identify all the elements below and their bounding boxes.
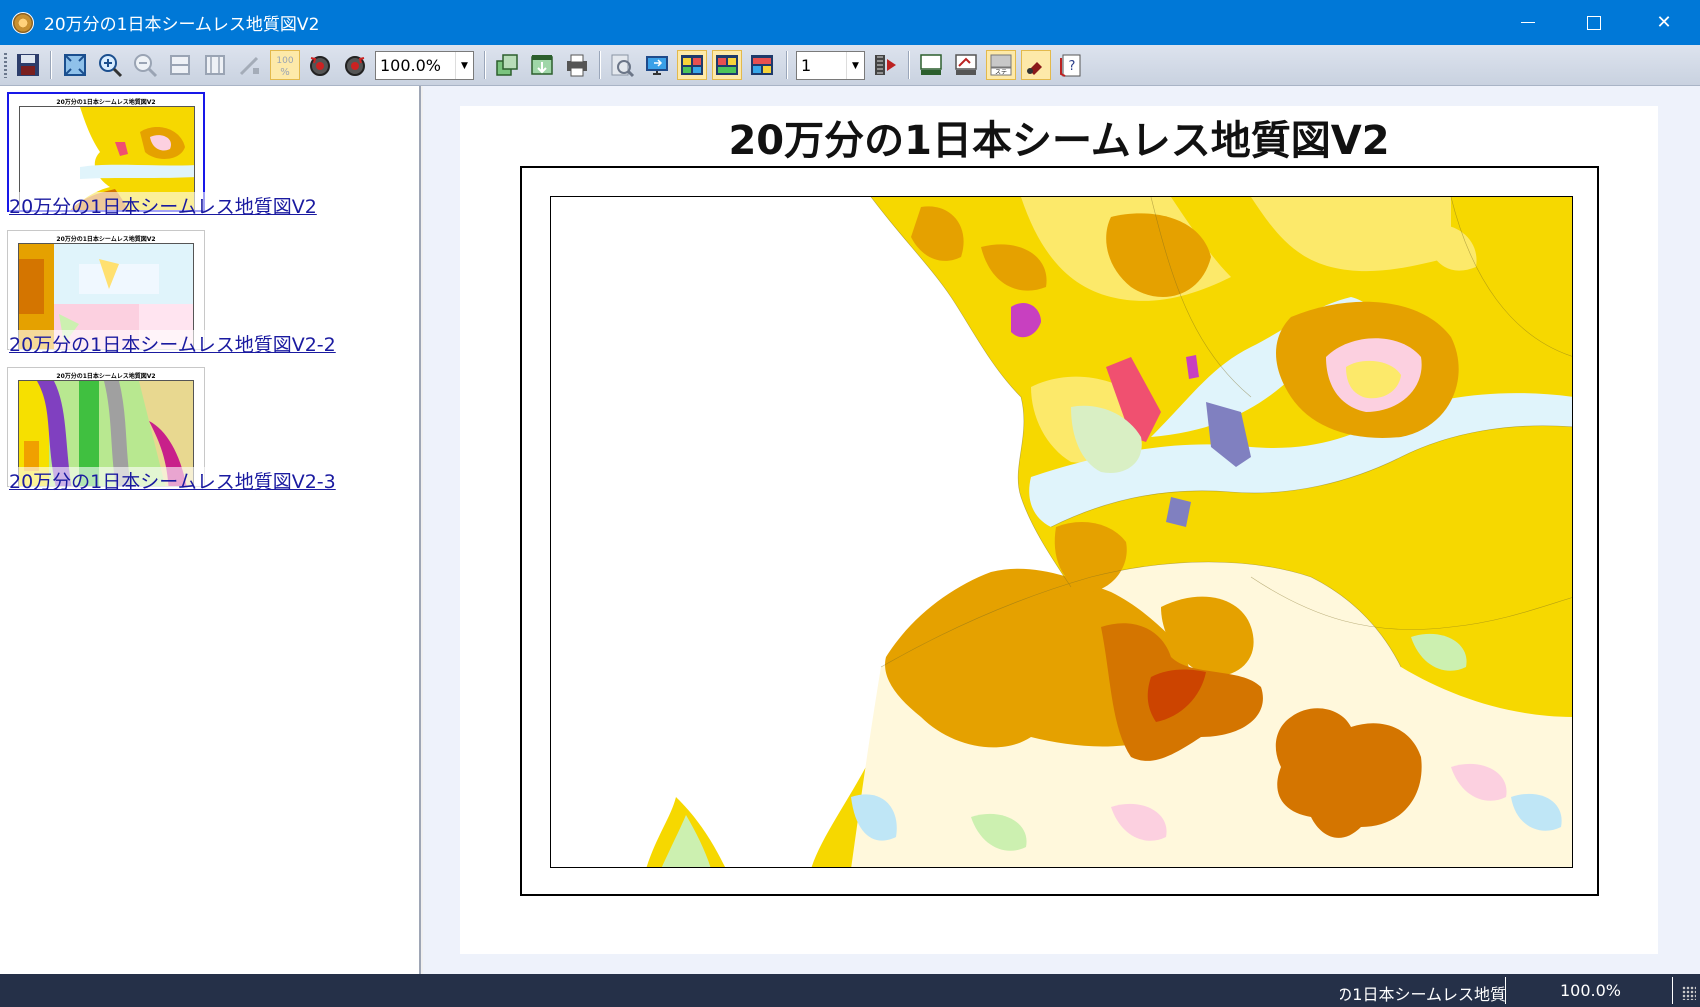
save-icon	[17, 54, 39, 76]
find-button[interactable]	[607, 50, 637, 80]
present-icon	[646, 56, 668, 75]
toolbar-separator	[786, 51, 788, 79]
layout-3-button[interactable]	[747, 50, 777, 80]
maximize-button[interactable]	[1559, 0, 1629, 45]
status-divider	[1505, 977, 1506, 1004]
page: 20万分の1日本シームレス地質図V2	[460, 106, 1658, 954]
layout-2-icon	[716, 55, 738, 75]
rotate-right-icon	[345, 56, 365, 76]
map-title: 20万分の1日本シームレス地質図V2	[728, 118, 1390, 164]
svg-text:%: %	[280, 67, 290, 78]
present-button[interactable]	[642, 50, 672, 80]
status-bar: 20万分の1日本シームレス地質 100.0%	[0, 974, 1700, 1007]
toolbar-separator	[908, 51, 910, 79]
thumbnail-label-1[interactable]: 20万分の1日本シームレス地質図V2	[9, 192, 317, 219]
zoom-in-icon	[99, 54, 123, 78]
play-icon	[875, 55, 896, 75]
copy-button[interactable]	[492, 50, 522, 80]
title-bar: 20万分の1日本シームレス地質図V2 ✕	[0, 0, 1700, 45]
print-button[interactable]	[562, 50, 592, 80]
thumbnail-label-3[interactable]: 20万分の1日本シームレス地質図V2-3	[9, 467, 336, 494]
app-icon[interactable]	[12, 11, 34, 34]
svg-text:ステ: ステ	[995, 69, 1007, 76]
close-icon: ✕	[1656, 12, 1672, 33]
page-width-button[interactable]	[165, 50, 195, 80]
zoom-100-button[interactable]: 100%	[270, 50, 300, 80]
map-frame	[520, 166, 1599, 896]
play-button[interactable]	[870, 50, 900, 80]
svg-text:?: ?	[1069, 59, 1076, 74]
zoom-100-icon: 100%	[276, 56, 293, 78]
layout-2-button[interactable]	[712, 50, 742, 80]
window-title: 20万分の1日本シームレス地質図V2	[44, 15, 320, 35]
page-select[interactable]: 1 ▼	[796, 51, 865, 80]
thumbnail-title: 20万分の1日本シームレス地質図V2	[56, 236, 156, 243]
view-a-icon	[920, 54, 942, 75]
zoom-out-button[interactable]	[130, 50, 160, 80]
status-zoom: 100.0%	[1560, 981, 1622, 1000]
print-icon	[567, 54, 587, 77]
whole-page-button[interactable]	[200, 50, 230, 80]
chevron-down-icon: ▼	[846, 52, 864, 79]
layout-3-icon	[751, 55, 773, 75]
geological-map-graphic	[646, 197, 1572, 867]
tool-button[interactable]	[235, 50, 265, 80]
help-icon: ?	[1060, 54, 1081, 77]
toolbar-separator	[484, 51, 486, 79]
close-button[interactable]: ✕	[1629, 0, 1699, 45]
thumbnail-panel: 20万分の1日本シームレス地質図V2 20万分の1日本シームレス地質図V2 20…	[0, 86, 421, 974]
app-window: 20万分の1日本シームレス地質図V2 ✕ 100% 100.0% ▼ 1 ▼ ス…	[0, 0, 1700, 1007]
toolbar: 100% 100.0% ▼ 1 ▼ ステ ?	[0, 45, 1700, 86]
page-select-value: 1	[801, 56, 812, 75]
rotate-left-icon	[310, 56, 330, 76]
zoom-out-icon	[134, 54, 158, 78]
marker-button[interactable]	[1021, 50, 1051, 80]
status-button[interactable]: ステ	[986, 50, 1016, 80]
fit-page-icon	[64, 54, 86, 76]
document-view[interactable]: 20万分の1日本シームレス地質図V2	[423, 86, 1700, 974]
view-a-button[interactable]	[916, 50, 946, 80]
zoom-in-button[interactable]	[95, 50, 125, 80]
whole-page-icon	[205, 55, 225, 75]
view-b-icon	[955, 54, 977, 75]
thumbnail-title: 20万分の1日本シームレス地質図V2	[56, 373, 156, 380]
chevron-down-icon: ▼	[455, 52, 473, 79]
rotate-left-button[interactable]	[305, 50, 335, 80]
toolbar-separator	[599, 51, 601, 79]
zoom-select[interactable]: 100.0% ▼	[375, 51, 474, 80]
export-icon	[531, 55, 553, 75]
find-icon	[611, 54, 635, 78]
thumbnail-label-2[interactable]: 20万分の1日本シームレス地質図V2-2	[9, 330, 336, 357]
export-button[interactable]	[527, 50, 557, 80]
toolbar-separator	[50, 51, 52, 79]
status-icon: ステ	[990, 54, 1012, 76]
svg-text:100: 100	[276, 56, 293, 66]
thumbnail-title: 20万分の1日本シームレス地質図V2	[56, 99, 156, 106]
fit-page-button[interactable]	[60, 50, 90, 80]
minimize-button[interactable]	[1493, 0, 1563, 45]
resize-grip-icon[interactable]	[1682, 986, 1696, 1000]
minimize-icon	[1521, 22, 1535, 23]
page-width-icon	[170, 55, 190, 75]
rotate-right-button[interactable]	[340, 50, 370, 80]
maximize-icon	[1587, 15, 1601, 30]
tool-icon	[239, 56, 259, 76]
view-b-button[interactable]	[951, 50, 981, 80]
help-button[interactable]: ?	[1056, 50, 1086, 80]
layout-1-icon	[681, 55, 703, 75]
layout-1-button[interactable]	[677, 50, 707, 80]
geological-map[interactable]	[550, 196, 1573, 868]
toolbar-grip[interactable]	[4, 53, 7, 78]
marker-icon	[1027, 62, 1042, 75]
zoom-select-value: 100.0%	[380, 56, 442, 75]
status-divider	[1672, 977, 1673, 1004]
copy-icon	[496, 54, 518, 76]
status-text: 20万分の1日本シームレス地質	[1340, 985, 1506, 1004]
save-button[interactable]	[13, 50, 43, 80]
